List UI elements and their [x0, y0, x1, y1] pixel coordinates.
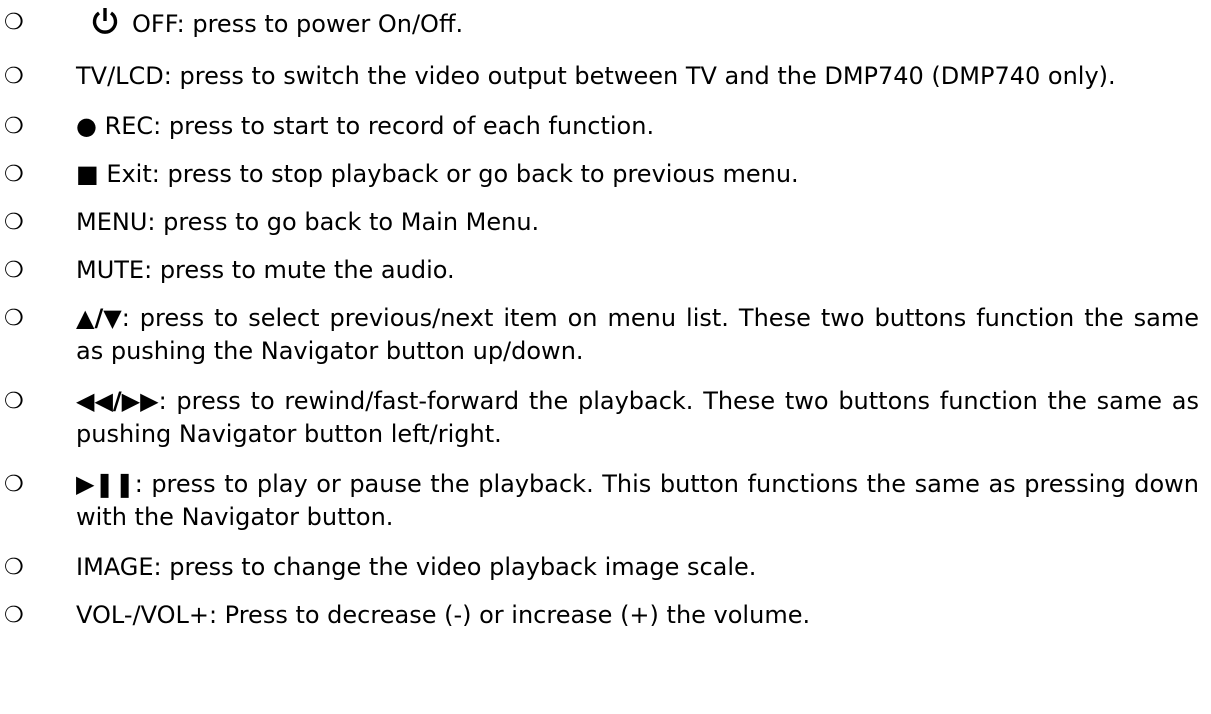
rewind-fast-forward-icon: ◀◀/▶▶	[76, 387, 159, 415]
bullet-circle: ❍	[4, 555, 24, 580]
bullet-circle: ❍	[4, 210, 24, 235]
list-item-text: TV/LCD: press to switch the video output…	[76, 62, 1116, 90]
bullet-circle: ❍	[4, 603, 24, 628]
list-item-volume: ❍ VOL-/VOL+: Press to decrease (-) or in…	[0, 599, 1211, 632]
list-item-text: MENU: press to go back to Main Menu.	[76, 208, 540, 236]
bullet-circle: ❍	[4, 306, 24, 331]
list-item-text: VOL-/VOL+: Press to decrease (-) or incr…	[76, 601, 811, 629]
list-item-text: REC: press to start to record of each fu…	[96, 112, 655, 140]
list-item-tv-lcd: ❍ TV/LCD: press to switch the video outp…	[0, 60, 1211, 93]
power-icon	[90, 6, 120, 45]
stop-icon: ■	[76, 160, 99, 188]
list-item-text: : press to rewind/fast-forward the playb…	[76, 387, 1199, 448]
up-down-arrow-icon: ▲/▼	[76, 304, 122, 332]
list-item-play-pause: ❍ ▶❚❚: press to play or pause the playba…	[0, 468, 1211, 534]
list-item-power: ❍ OFF: press to power On/Off.	[0, 6, 1211, 45]
play-pause-icon: ▶❚❚	[76, 470, 135, 498]
bullet-circle: ❍	[4, 10, 24, 35]
bullet-circle: ❍	[4, 258, 24, 283]
list-item-text: OFF: press to power On/Off.	[132, 10, 464, 38]
list-item-text: : press to play or pause the playback. T…	[76, 470, 1199, 531]
list-item-menu: ❍ MENU: press to go back to Main Menu.	[0, 206, 1211, 239]
list-item-text: : press to select previous/next item on …	[76, 304, 1199, 365]
list-item-rewind-forward: ❍ ◀◀/▶▶: press to rewind/fast-forward th…	[0, 385, 1211, 451]
bullet-circle: ❍	[4, 389, 24, 414]
list-item-up-down: ❍ ▲/▼: press to select previous/next ite…	[0, 302, 1211, 368]
list-item-text: Exit: press to stop playback or go back …	[98, 160, 799, 188]
document-page: ❍ OFF: press to power On/Off. ❍ TV/LCD: …	[0, 0, 1211, 714]
list-item-image: ❍ IMAGE: press to change the video playb…	[0, 551, 1211, 584]
list-item-rec: ❍ ● REC: press to start to record of eac…	[0, 110, 1211, 143]
bullet-circle: ❍	[4, 64, 24, 89]
bullet-circle: ❍	[4, 162, 24, 187]
bullet-circle: ❍	[4, 472, 24, 497]
list-item-exit: ❍ ■ Exit: press to stop playback or go b…	[0, 158, 1211, 191]
button-description-list: ❍ OFF: press to power On/Off. ❍ TV/LCD: …	[0, 6, 1211, 647]
record-icon: ●	[76, 112, 97, 140]
list-item-mute: ❍ MUTE: press to mute the audio.	[0, 254, 1211, 287]
list-item-text: MUTE: press to mute the audio.	[76, 256, 455, 284]
list-item-text: IMAGE: press to change the video playbac…	[76, 553, 757, 581]
bullet-circle: ❍	[4, 114, 24, 139]
